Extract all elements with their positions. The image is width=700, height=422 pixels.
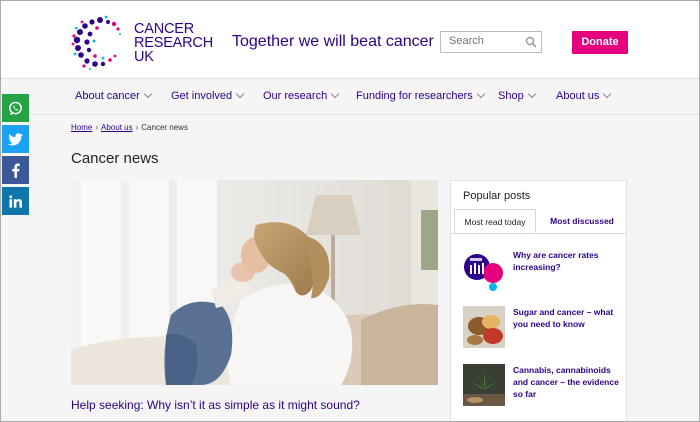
popular-post-item[interactable]: Sugar and cancer – what you need to know [463, 306, 623, 348]
nav-item-about-cancer[interactable]: About cancer [75, 89, 153, 102]
page-title: Cancer news [71, 150, 159, 167]
share-twitter-button[interactable] [2, 125, 29, 153]
featured-article-image[interactable] [71, 180, 438, 385]
chevron-down-icon [527, 89, 536, 99]
chevron-down-icon [330, 89, 340, 99]
linkedin-icon [9, 194, 22, 208]
breadcrumb-separator: › [135, 123, 139, 132]
nav-item-shop[interactable]: Shop [498, 89, 536, 102]
search-icon[interactable] [525, 36, 537, 48]
logo-line: RESEARCH [134, 35, 213, 51]
breadcrumb-home-link[interactable]: Home [71, 123, 92, 132]
popular-posts-heading: Popular posts [463, 190, 531, 202]
cancer-rates-infographic-thumbnail [463, 249, 505, 291]
nav-item-our-research[interactable]: Our research [263, 89, 340, 102]
chevron-down-icon [235, 89, 245, 99]
share-linkedin-button[interactable] [2, 187, 29, 215]
post-thumbnail [463, 364, 505, 406]
donate-button[interactable]: Donate [572, 31, 628, 54]
post-title[interactable]: Sugar and cancer – what you need to know [513, 306, 623, 330]
search-box[interactable] [440, 31, 542, 53]
chevron-down-icon [603, 89, 612, 99]
breadcrumb: Home › About us › Cancer news [71, 123, 188, 132]
nav-label: Funding for researchers [356, 90, 473, 102]
nav-item-about-us[interactable]: About us [556, 89, 612, 102]
facebook-icon [12, 162, 20, 178]
logo-line: UK [134, 49, 154, 65]
cruk-logo[interactable]: CANCER RESEARCH UK [70, 14, 213, 70]
breadcrumb-about-us-link[interactable]: About us [101, 123, 133, 132]
nav-label: Get involved [171, 90, 233, 102]
post-thumbnail [463, 306, 505, 348]
post-title[interactable]: Why are cancer rates increasing? [513, 249, 623, 273]
nav-label: About us [556, 90, 600, 102]
nav-label: Our research [263, 90, 328, 102]
logo-line: CANCER [134, 21, 195, 37]
dotted-c-logo-icon [71, 15, 121, 70]
nav-item-get-involved[interactable]: Get involved [171, 89, 245, 102]
whatsapp-icon [9, 101, 22, 115]
chevron-down-icon [143, 89, 153, 99]
post-thumbnail [463, 249, 505, 291]
popular-posts-tabs: Most read today Most discussed [451, 209, 626, 234]
post-title[interactable]: Cannabis, cannabinoids and cancer – the … [513, 364, 623, 400]
twitter-icon [8, 132, 23, 145]
nav-label: Shop [498, 90, 524, 102]
popular-posts-panel: Popular posts Most read today Most discu… [450, 180, 627, 422]
breadcrumb-current: Cancer news [141, 123, 188, 132]
tagline: Together we will beat cancer [232, 33, 434, 50]
share-whatsapp-button[interactable] [2, 94, 29, 122]
logo-wordmark: CANCER RESEARCH UK [134, 21, 213, 65]
site-header: CANCER RESEARCH UK Together we will beat… [0, 0, 700, 79]
cannabis-plant-photo-thumbnail [463, 364, 505, 406]
popular-post-item[interactable]: Why are cancer rates increasing? [463, 249, 623, 291]
sugary-food-photo-thumbnail [463, 306, 505, 348]
main-nav: About cancer Get involved Our research F… [0, 79, 700, 115]
nav-label: About cancer [75, 90, 140, 102]
popular-post-item[interactable]: Cannabis, cannabinoids and cancer – the … [463, 364, 623, 406]
woman-on-sofa-photo [71, 180, 438, 385]
search-input[interactable] [449, 35, 525, 47]
featured-article-title[interactable]: Help seeking: Why isn’t it as simple as … [71, 398, 360, 412]
share-facebook-button[interactable] [2, 156, 29, 184]
tab-most-read-today[interactable]: Most read today [454, 209, 536, 233]
nav-item-funding-for-researchers[interactable]: Funding for researchers [356, 89, 486, 102]
tab-most-discussed[interactable]: Most discussed [539, 209, 625, 233]
breadcrumb-separator: › [95, 123, 99, 132]
chevron-down-icon [476, 89, 486, 99]
